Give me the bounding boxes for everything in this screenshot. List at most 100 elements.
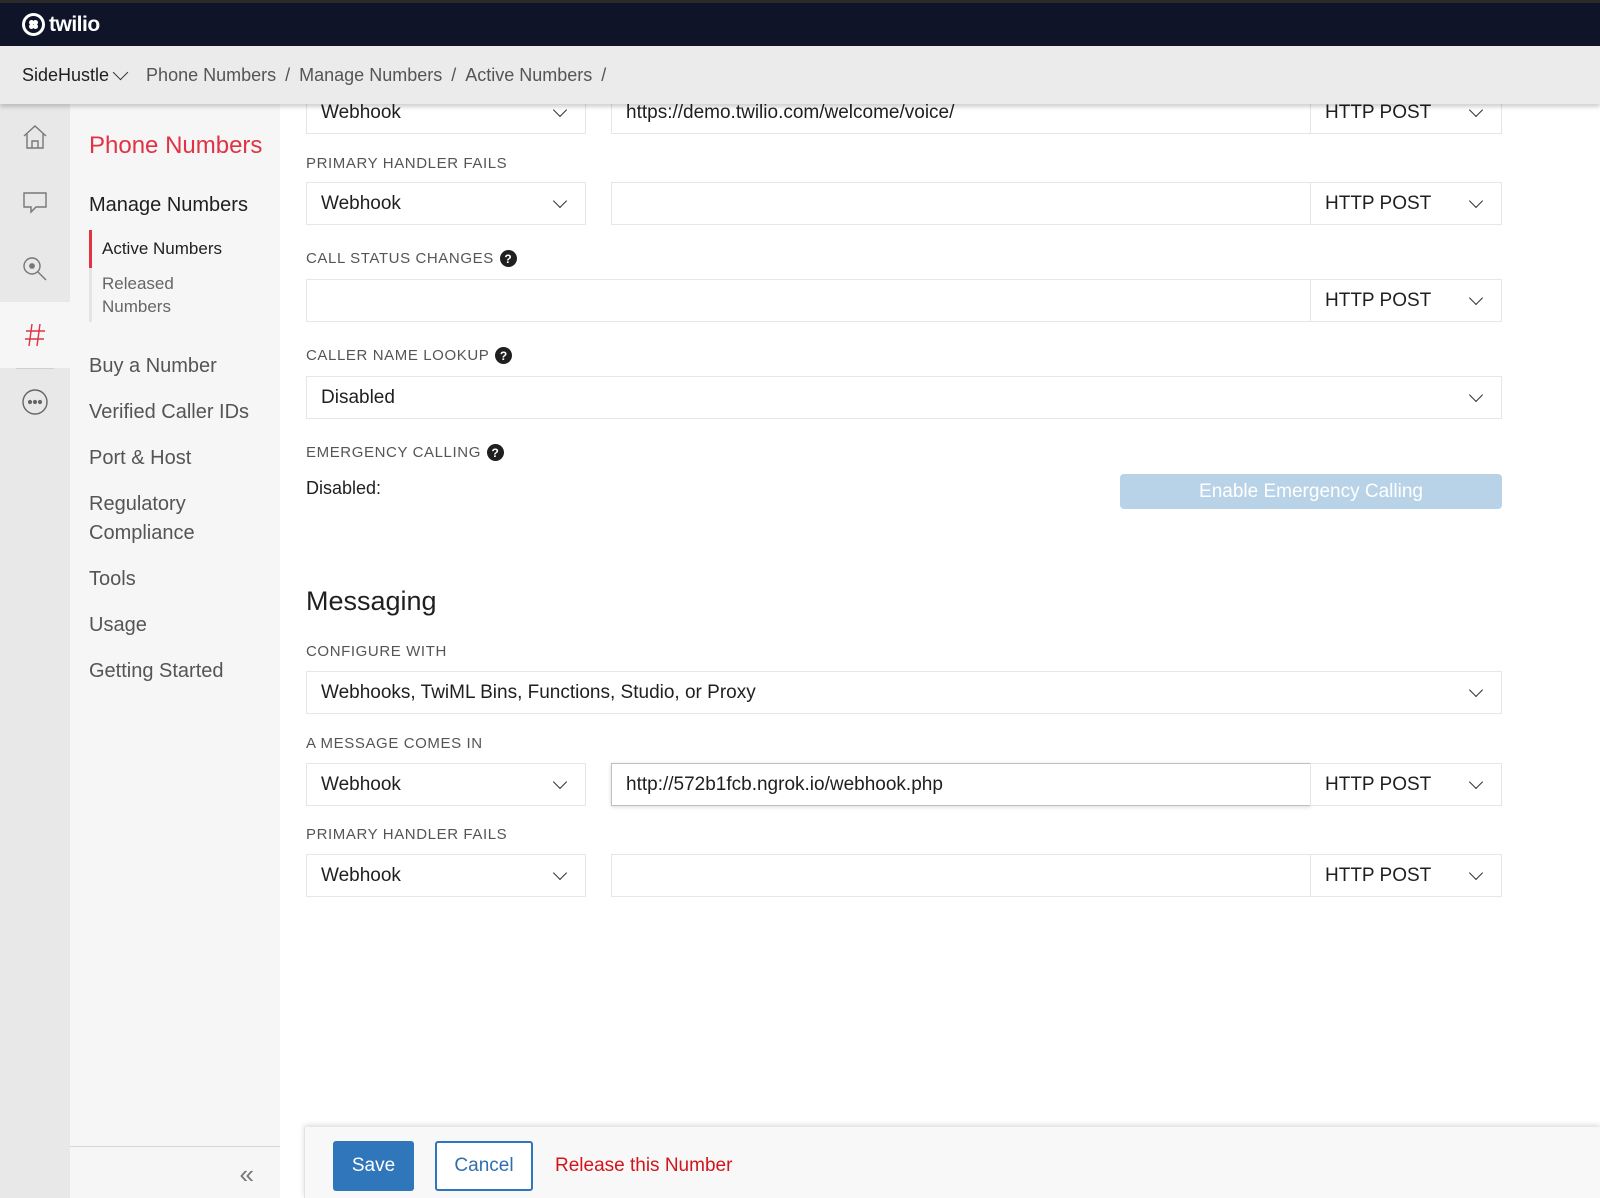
search-icon bbox=[23, 257, 47, 281]
message-comes-in-label: A MESSAGE COMES IN bbox=[306, 735, 483, 752]
breadcrumb-active-numbers[interactable]: Active Numbers bbox=[465, 65, 592, 86]
chevron-down-icon bbox=[1468, 682, 1484, 698]
select-value: Webhook bbox=[321, 192, 401, 214]
chevron-down-icon bbox=[112, 64, 129, 80]
label-text: CALL STATUS CHANGES bbox=[306, 250, 494, 267]
message-comes-in-type-select[interactable]: Webhook bbox=[306, 763, 586, 806]
label-text: CONFIGURE WITH bbox=[306, 643, 447, 660]
message-comes-in-url-input[interactable]: http://572b1fcb.ngrok.io/webhook.php bbox=[611, 763, 1311, 806]
home-icon bbox=[23, 125, 47, 149]
rail-more[interactable] bbox=[0, 369, 70, 435]
subnav-item-tools[interactable]: Tools bbox=[89, 565, 249, 594]
select-value: HTTP POST bbox=[1325, 773, 1432, 795]
sub-navigation: Phone Numbers Manage Numbers Active Numb… bbox=[70, 104, 280, 1198]
breadcrumb-separator: / bbox=[451, 64, 457, 85]
select-value: HTTP POST bbox=[1325, 192, 1432, 214]
twilio-logo[interactable]: twilio bbox=[22, 13, 100, 37]
messaging-fallback-type-select[interactable]: Webhook bbox=[306, 854, 586, 897]
select-value: Webhook bbox=[321, 773, 401, 795]
account-switcher[interactable]: SideHustle bbox=[22, 64, 129, 86]
subnav-links: Buy a Number Verified Caller IDs Port & … bbox=[89, 352, 249, 703]
subnav-manage-numbers[interactable]: Manage Numbers bbox=[89, 194, 248, 217]
collapse-sidebar-icon[interactable]: « bbox=[240, 1161, 254, 1187]
voice-fallback-method-select[interactable]: HTTP POST bbox=[1310, 182, 1502, 225]
breadcrumb-manage-numbers[interactable]: Manage Numbers bbox=[299, 65, 442, 86]
voice-primary-handler-fails-label: PRIMARY HANDLER FAILS bbox=[306, 155, 507, 172]
subnav-item-buy-a-number[interactable]: Buy a Number bbox=[89, 352, 249, 381]
subnav-title[interactable]: Phone Numbers bbox=[89, 132, 262, 160]
messaging-fallback-url-input[interactable] bbox=[611, 854, 1311, 897]
help-icon[interactable]: ? bbox=[486, 444, 504, 461]
subnav-item-released-numbers[interactable]: Released Numbers bbox=[92, 268, 182, 322]
breadcrumb: SideHustle Phone Numbers / Manage Number… bbox=[0, 46, 1600, 104]
enable-emergency-calling-button[interactable]: Enable Emergency Calling bbox=[1120, 474, 1502, 509]
select-value: HTTP POST bbox=[1325, 289, 1432, 311]
chevron-down-icon bbox=[1468, 774, 1484, 790]
breadcrumb-phone-numbers[interactable]: Phone Numbers bbox=[146, 65, 276, 86]
emergency-calling-label: EMERGENCY CALLING ? bbox=[306, 444, 504, 461]
select-value: Webhooks, TwiML Bins, Functions, Studio,… bbox=[321, 681, 756, 703]
call-status-method-select[interactable]: HTTP POST bbox=[1310, 279, 1502, 322]
label-text: A MESSAGE COMES IN bbox=[306, 735, 483, 752]
label-text: PRIMARY HANDLER FAILS bbox=[306, 155, 508, 172]
chevron-down-icon bbox=[1468, 387, 1484, 403]
input-value: http://572b1fcb.ngrok.io/webhook.php bbox=[626, 773, 943, 795]
select-value: HTTP POST bbox=[1325, 101, 1432, 123]
rail-home[interactable] bbox=[0, 104, 70, 170]
subnav-sub-list: Active Numbers Released Numbers bbox=[89, 230, 269, 322]
messaging-fallback-method-select[interactable]: HTTP POST bbox=[1310, 854, 1502, 897]
input-value: https://demo.twilio.com/welcome/voice/ bbox=[626, 101, 955, 123]
account-name: SideHustle bbox=[22, 64, 110, 85]
subnav-item-getting-started[interactable]: Getting Started bbox=[89, 657, 249, 686]
voice-fallback-type-select[interactable]: Webhook bbox=[306, 182, 586, 225]
more-icon bbox=[22, 389, 48, 415]
chevron-down-icon bbox=[1468, 102, 1484, 118]
label-text: CALLER NAME LOOKUP bbox=[306, 347, 490, 364]
subnav-item-usage[interactable]: Usage bbox=[89, 611, 249, 640]
chevron-down-icon bbox=[552, 102, 568, 118]
chevron-down-icon bbox=[1468, 193, 1484, 209]
breadcrumb-separator: / bbox=[601, 64, 607, 85]
configure-with-select[interactable]: Webhooks, TwiML Bins, Functions, Studio,… bbox=[306, 671, 1502, 714]
chevron-down-icon bbox=[552, 774, 568, 790]
label-text: PRIMARY HANDLER FAILS bbox=[306, 826, 508, 843]
help-icon[interactable]: ? bbox=[499, 250, 517, 267]
collapse-bar: « bbox=[70, 1146, 280, 1198]
main-content: Webhook https://demo.twilio.com/welcome/… bbox=[306, 0, 1506, 1198]
rail-messaging[interactable] bbox=[0, 170, 70, 236]
chat-icon bbox=[23, 192, 47, 214]
voice-fallback-url-input[interactable] bbox=[611, 182, 1311, 225]
save-button[interactable]: Save bbox=[333, 1141, 414, 1191]
caller-name-lookup-label: CALLER NAME LOOKUP ? bbox=[306, 347, 513, 364]
label-text: EMERGENCY CALLING bbox=[306, 444, 481, 461]
chevron-down-icon bbox=[1468, 290, 1484, 306]
subnav-item-active-numbers[interactable]: Active Numbers bbox=[89, 230, 269, 268]
caller-name-lookup-select[interactable]: Disabled bbox=[306, 376, 1502, 419]
select-value: Webhook bbox=[321, 864, 401, 886]
chevron-down-icon bbox=[1468, 865, 1484, 881]
messaging-primary-handler-fails-label: PRIMARY HANDLER FAILS bbox=[306, 826, 507, 843]
emergency-calling-status: Disabled: bbox=[306, 478, 382, 498]
configure-with-label: CONFIGURE WITH bbox=[306, 643, 447, 660]
messaging-section-title: Messaging bbox=[306, 586, 437, 616]
cancel-button[interactable]: Cancel bbox=[435, 1141, 533, 1191]
call-status-changes-label: CALL STATUS CHANGES ? bbox=[306, 250, 517, 267]
icon-rail bbox=[0, 104, 70, 1198]
chevron-down-icon bbox=[552, 865, 568, 881]
select-value: HTTP POST bbox=[1325, 864, 1432, 886]
call-status-url-input[interactable] bbox=[306, 279, 1311, 322]
message-comes-in-method-select[interactable]: HTTP POST bbox=[1310, 763, 1502, 806]
subnav-item-regulatory-compliance[interactable]: Regulatory Compliance bbox=[89, 490, 209, 548]
rail-explore[interactable] bbox=[0, 236, 70, 302]
twilio-logo-icon bbox=[22, 13, 45, 36]
subnav-item-port-host[interactable]: Port & Host bbox=[89, 444, 249, 473]
action-footer: Save Cancel Release this Number bbox=[304, 1127, 1600, 1198]
subnav-item-verified-caller-ids[interactable]: Verified Caller IDs bbox=[89, 398, 249, 427]
logo-text: twilio bbox=[49, 12, 100, 36]
chevron-down-icon bbox=[552, 193, 568, 209]
rail-phone-numbers[interactable] bbox=[0, 302, 70, 368]
select-value: Webhook bbox=[321, 101, 401, 123]
help-icon[interactable]: ? bbox=[495, 347, 513, 364]
hash-icon bbox=[25, 323, 45, 347]
release-number-link[interactable]: Release this Number bbox=[555, 1155, 732, 1177]
